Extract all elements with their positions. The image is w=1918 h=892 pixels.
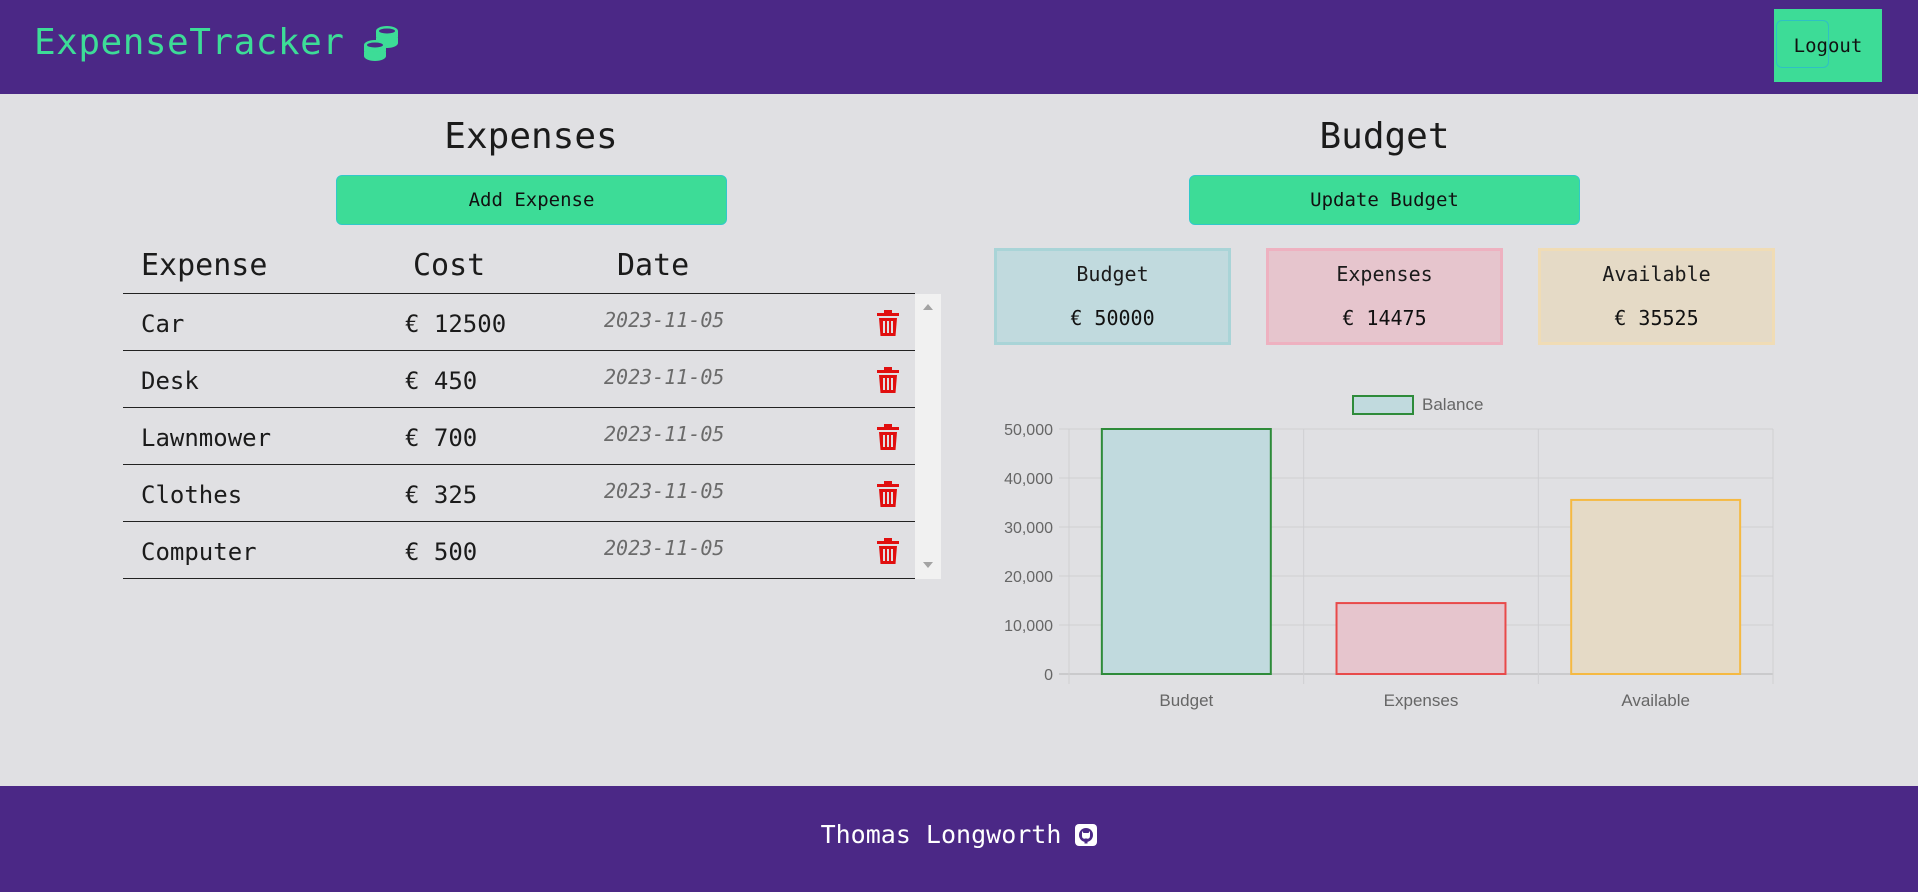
footer: Thomas Longworth [0,786,1918,892]
table-scrollbar[interactable] [915,294,941,579]
budget-card: Budget € 50000 [994,248,1231,345]
expenses-card-value: € 14475 [1342,306,1427,330]
github-icon[interactable] [1075,823,1098,846]
expense-name: Desk [141,367,199,395]
author-name: Thomas Longworth [820,820,1062,849]
add-expense-button[interactable]: Add Expense [336,175,727,225]
column-header-expense: Expense [141,248,268,283]
y-tick-label: 0 [1044,667,1053,684]
table-row: Clothes € 325 2023-11-05 [123,465,915,522]
x-tick-label: Expenses [1384,691,1459,710]
expense-name: Car [141,310,185,338]
focus-ring [1776,20,1829,68]
bar [1100,428,1272,675]
expense-name: Lawnmower [141,424,272,452]
scroll-up-arrow-icon[interactable] [923,304,933,310]
x-tick-label: Available [1621,691,1690,710]
budget-card-value: € 50000 [1070,306,1155,330]
y-tick-label: 50,000 [1004,422,1053,439]
trash-icon[interactable] [877,424,899,450]
column-header-date: Date [617,248,690,283]
budget-card-label: Budget [1076,262,1149,286]
balance-bar-chart: 0 10,000 20,000 30,000 40,000 50,000 Budget Exp… [1004,395,1774,710]
legend-swatch [1352,395,1414,415]
trash-icon[interactable] [877,538,899,564]
y-tick-label: 30,000 [1004,520,1053,537]
table-row: Lawnmower € 700 2023-11-05 [123,408,915,465]
expense-name: Computer [141,538,257,566]
update-budget-button[interactable]: Update Budget [1189,175,1580,225]
expenses-card-label: Expenses [1336,262,1433,286]
trash-icon[interactable] [877,367,899,393]
trash-icon[interactable] [877,481,899,507]
bar [1335,602,1507,675]
expense-date: 2023-11-05 [604,479,725,503]
expense-table-header: Expense Cost Date [123,244,915,294]
column-header-cost: Cost [413,248,486,283]
scroll-down-arrow-icon[interactable] [923,562,933,568]
header: ExpenseTracker Logout [0,0,1918,94]
expense-date: 2023-11-05 [604,308,725,332]
brand-title: ExpenseTracker [34,22,345,63]
logout-button[interactable]: Logout [1774,9,1882,82]
bar [1570,498,1742,675]
expense-table-body[interactable]: Car € 12500 2023-11-05 Desk € 450 2023-1… [123,294,941,579]
y-tick-label: 20,000 [1004,569,1053,586]
expense-date: 2023-11-05 [604,422,725,446]
trash-icon[interactable] [877,310,899,336]
expense-date: 2023-11-05 [604,365,725,389]
y-tick-label: 40,000 [1004,471,1053,488]
available-card-value: € 35525 [1614,306,1699,330]
expense-cost: € 12500 [405,310,507,338]
y-tick-label: 10,000 [1004,618,1053,635]
author-credit: Thomas Longworth [0,820,1918,849]
expense-name: Clothes [141,481,243,509]
expense-date: 2023-11-05 [604,536,725,560]
coins-icon [364,25,399,61]
expense-cost: € 325 [405,481,478,509]
table-row: Car € 12500 2023-11-05 [123,294,915,351]
expenses-title: Expenses [444,116,618,157]
expense-cost: € 700 [405,424,478,452]
table-row: Computer € 500 2023-11-05 [123,522,915,579]
table-row: Desk € 450 2023-11-05 [123,351,915,408]
available-card: Available € 35525 [1538,248,1775,345]
x-tick-label: Budget [1159,691,1213,710]
expense-cost: € 450 [405,367,478,395]
available-card-label: Available [1602,262,1711,286]
expenses-card: Expenses € 14475 [1266,248,1503,345]
expense-cost: € 500 [405,538,478,566]
budget-title: Budget [1319,116,1450,157]
brand-logo[interactable]: ExpenseTracker [34,22,400,63]
legend-label: Balance [1422,395,1483,414]
